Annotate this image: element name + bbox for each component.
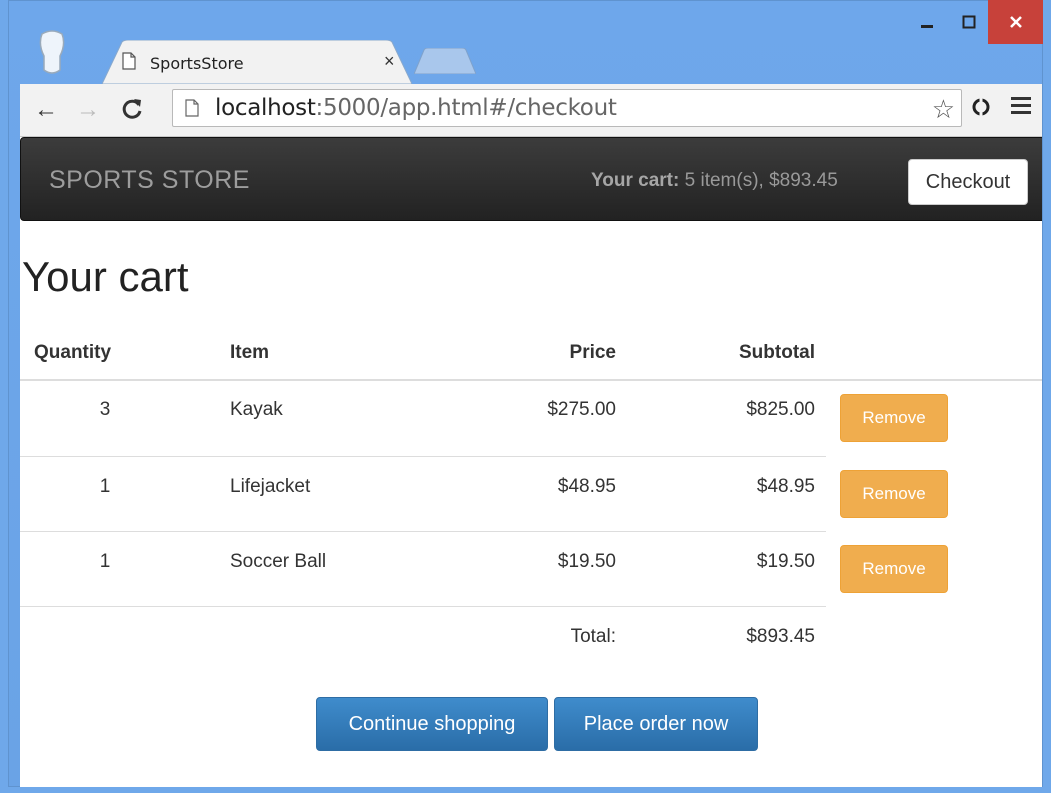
row-quantity: 3 bbox=[99, 399, 111, 420]
window-close-button[interactable] bbox=[988, 0, 1043, 44]
tab-title: SportsStore bbox=[150, 54, 244, 73]
tab-sportsstore[interactable]: SportsStore × bbox=[102, 40, 412, 84]
total-value: $893.45 bbox=[746, 626, 815, 647]
total-label: Total: bbox=[570, 626, 616, 647]
back-arrow-icon[interactable]: ← bbox=[34, 96, 58, 124]
row-quantity: 1 bbox=[99, 476, 111, 497]
extension-icon[interactable] bbox=[970, 96, 992, 124]
browser-window: SportsStore × ← → localhost:5000/app.htm… bbox=[0, 0, 1051, 793]
new-tab-button[interactable] bbox=[413, 47, 477, 75]
row-item: Kayak bbox=[230, 399, 283, 420]
menu-icon[interactable] bbox=[1010, 94, 1032, 122]
remove-button[interactable]: Remove bbox=[840, 470, 948, 518]
row-price: $48.95 bbox=[557, 476, 616, 497]
header-item: Item bbox=[230, 342, 270, 363]
header-price: Price bbox=[569, 342, 616, 363]
profile-icon[interactable] bbox=[36, 30, 68, 78]
checkout-button[interactable]: Checkout bbox=[908, 159, 1028, 205]
page-icon bbox=[185, 99, 199, 117]
row-price: $275.00 bbox=[547, 399, 616, 420]
remove-button[interactable]: Remove bbox=[840, 394, 948, 442]
header-subtotal: Subtotal bbox=[739, 342, 815, 363]
cart-text: 5 item(s), $893.45 bbox=[679, 170, 838, 191]
brand[interactable]: SPORTS STORE bbox=[49, 166, 250, 195]
url-text: localhost:5000/app.html#/checkout bbox=[215, 95, 617, 121]
cart-summary: Your cart: 5 item(s), $893.45 bbox=[591, 170, 838, 192]
row-subtotal: $19.50 bbox=[756, 551, 815, 572]
header-quantity: Quantity bbox=[34, 342, 112, 363]
row-item: Lifejacket bbox=[230, 476, 311, 497]
minimize-button[interactable] bbox=[904, 0, 950, 44]
minimize-icon bbox=[921, 25, 933, 28]
url-host: localhost bbox=[215, 95, 316, 121]
cart-label: Your cart: bbox=[591, 170, 680, 191]
row-quantity: 1 bbox=[99, 551, 111, 572]
header-divider bbox=[20, 379, 1042, 381]
browser-toolbar: ← → localhost:5000/app.html#/checkout ☆ bbox=[20, 84, 1042, 137]
page-icon bbox=[122, 52, 136, 70]
bookmark-star-icon[interactable]: ☆ bbox=[932, 94, 955, 125]
site-navbar: SPORTS STORE Your cart: 5 item(s), $893.… bbox=[20, 137, 1042, 221]
tab-close-icon[interactable]: × bbox=[384, 51, 395, 72]
address-bar[interactable]: localhost:5000/app.html#/checkout ☆ bbox=[172, 89, 962, 127]
row-divider bbox=[20, 531, 826, 532]
maximize-button[interactable] bbox=[950, 0, 988, 44]
row-divider bbox=[20, 456, 826, 457]
place-order-button[interactable]: Place order now bbox=[554, 697, 758, 751]
maximize-icon bbox=[962, 15, 976, 29]
page-title: Your cart bbox=[22, 253, 189, 300]
row-divider bbox=[20, 606, 826, 607]
page-content: SPORTS STORE Your cart: 5 item(s), $893.… bbox=[20, 137, 1042, 787]
row-item: Soccer Ball bbox=[230, 551, 327, 572]
row-subtotal: $48.95 bbox=[756, 476, 815, 497]
remove-button[interactable]: Remove bbox=[840, 545, 948, 593]
url-path: :5000/app.html#/checkout bbox=[315, 95, 617, 121]
forward-arrow-icon[interactable]: → bbox=[76, 96, 100, 124]
continue-shopping-button[interactable]: Continue shopping bbox=[316, 697, 548, 751]
reload-icon[interactable] bbox=[120, 96, 144, 127]
row-price: $19.50 bbox=[557, 551, 616, 572]
close-icon bbox=[1009, 16, 1022, 28]
row-subtotal: $825.00 bbox=[746, 399, 815, 420]
